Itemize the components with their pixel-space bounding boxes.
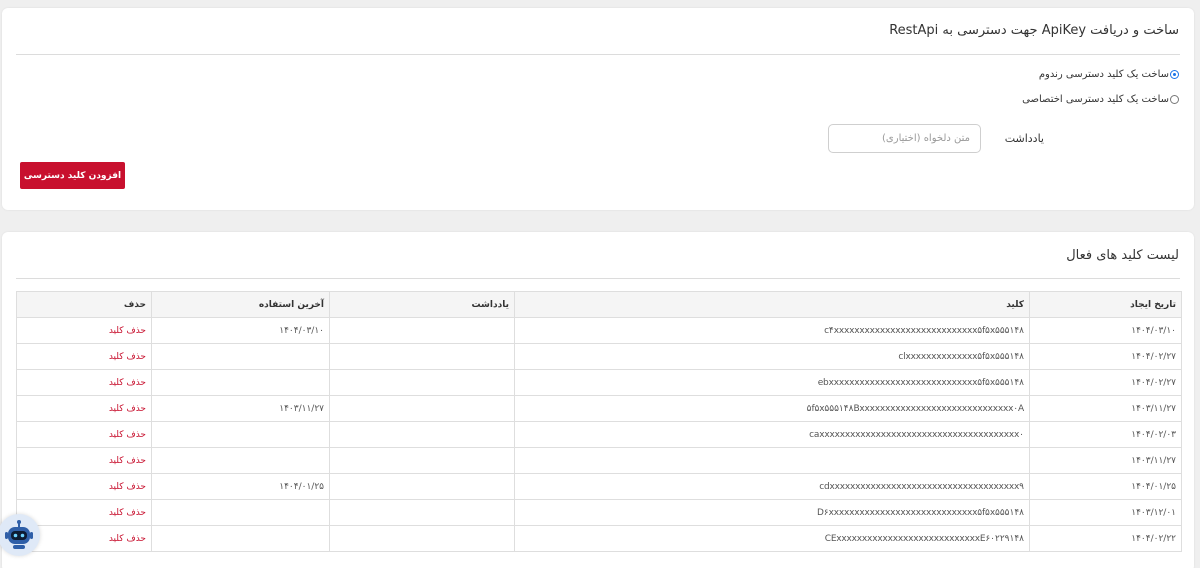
radio-custom-label: ساخت یک کلید دسترسی اختصاصی — [1022, 94, 1169, 105]
last-used-date: ۱۴۰۳/۱۱/۲۷ — [151, 395, 330, 422]
create-key-title: ساخت و دریافت ApiKey جهت دسترسی به RestA… — [889, 23, 1179, 38]
active-keys-divider — [16, 278, 1180, 279]
api-key: ۵f۵x۵۵۵۱۴۸Bxxxxxxxxxxxxxxxxxxxxxxxxxxxxx… — [514, 395, 1030, 422]
create-key-card: ساخت و دریافت ApiKey جهت دسترسی به RestA… — [2, 8, 1194, 210]
table-row: ۱۴۰۳/۱۲/۰۱ D۶xxxxxxxxxxxxxxxxxxxxxxxxxxx… — [16, 499, 1182, 526]
api-key: CExxxxxxxxxxxxxxxxxxxxxxxxxxxxE۶۰۲۲۹۱۴۸ — [514, 525, 1030, 552]
note-input[interactable] — [828, 124, 981, 153]
created-date: ۱۴۰۴/۰۲/۲۲ — [1029, 525, 1182, 552]
delete-key-link[interactable]: حذف کلید — [109, 430, 146, 440]
active-keys-card: لیست کلید های فعال تاریخ ایجاد کلید یادد… — [2, 232, 1194, 568]
radio-option-custom[interactable]: ساخت یک کلید دسترسی اختصاصی — [1022, 94, 1179, 105]
last-used-date — [151, 421, 330, 448]
table-row: ۱۴۰۴/۰۲/۲۷ clxxxxxxxxxxxxxx۵f۵x۵۵۵۱۴۸ حذ… — [16, 343, 1182, 370]
last-used-date: ۱۴۰۴/۰۱/۲۵ — [151, 473, 330, 500]
created-date: ۱۴۰۴/۰۲/۲۷ — [1029, 369, 1182, 396]
table-row: ۱۴۰۴/۰۲/۲۷ ebxxxxxxxxxxxxxxxxxxxxxxxxxxx… — [16, 369, 1182, 396]
api-key — [514, 447, 1030, 474]
delete-key-link[interactable]: حذف کلید — [109, 404, 146, 414]
column-header-key: کلید — [514, 291, 1030, 318]
column-header-note: یادداشت — [329, 291, 515, 318]
last-used-date — [151, 369, 330, 396]
note-label: یادداشت — [1004, 132, 1044, 145]
delete-key-link[interactable]: حذف کلید — [109, 456, 146, 466]
api-key: ebxxxxxxxxxxxxxxxxxxxxxxxxxxxxx۵f۵x۵۵۵۱۴… — [514, 369, 1030, 396]
table-row: ۱۴۰۳/۱۱/۲۷ ۵f۵x۵۵۵۱۴۸Bxxxxxxxxxxxxxxxxxx… — [16, 395, 1182, 422]
radio-random-label: ساخت یک کلید دسترسی رندوم — [1038, 69, 1169, 80]
created-date: ۱۴۰۳/۱۱/۲۷ — [1029, 447, 1182, 474]
api-key: caxxxxxxxxxxxxxxxxxxxxxxxxxxxxxxxxxxxxxx… — [514, 421, 1030, 448]
note-cell — [329, 317, 515, 344]
add-key-button[interactable]: افزودن کلید دسترسی — [20, 162, 125, 189]
created-date: ۱۴۰۳/۱۱/۲۷ — [1029, 395, 1182, 422]
radio-random-button[interactable] — [1170, 70, 1179, 79]
last-used-date: ۱۴۰۴/۰۳/۱۰ — [151, 317, 330, 344]
created-date: ۱۴۰۳/۱۲/۰۱ — [1029, 499, 1182, 526]
created-date: ۱۴۰۴/۰۲/۲۷ — [1029, 343, 1182, 370]
active-keys-title: لیست کلید های فعال — [1066, 248, 1179, 263]
note-cell — [329, 395, 515, 422]
created-date: ۱۴۰۴/۰۳/۱۰ — [1029, 317, 1182, 344]
column-header-delete: حذف — [16, 291, 152, 318]
column-header-last-used: آخرین استفاده — [151, 291, 330, 318]
delete-key-link[interactable]: حذف کلید — [109, 508, 146, 518]
delete-key-link[interactable]: حذف کلید — [109, 378, 146, 388]
last-used-date — [151, 343, 330, 370]
api-key: clxxxxxxxxxxxxxx۵f۵x۵۵۵۱۴۸ — [514, 343, 1030, 370]
note-cell — [329, 343, 515, 370]
table-row: ۱۴۰۴/۰۳/۱۰ c۴xxxxxxxxxxxxxxxxxxxxxxxxxxx… — [16, 317, 1182, 344]
delete-key-link[interactable]: حذف کلید — [109, 534, 146, 544]
active-keys-table: تاریخ ایجاد کلید یادداشت آخرین استفاده ح… — [16, 291, 1182, 552]
assistant-widget[interactable] — [0, 514, 40, 556]
delete-key-link[interactable]: حذف کلید — [109, 352, 146, 362]
table-row: ۱۴۰۳/۱۱/۲۷ حذف کلید — [16, 447, 1182, 474]
note-cell — [329, 369, 515, 396]
last-used-date — [151, 499, 330, 526]
create-key-divider — [16, 54, 1180, 55]
delete-key-link[interactable]: حذف کلید — [109, 326, 146, 336]
note-cell — [329, 447, 515, 474]
note-cell — [329, 421, 515, 448]
robot-icon — [5, 520, 33, 549]
api-key: c۴xxxxxxxxxxxxxxxxxxxxxxxxxxxx۵f۵x۵۵۵۱۴۸ — [514, 317, 1030, 344]
note-cell — [329, 525, 515, 552]
table-header-row: تاریخ ایجاد کلید یادداشت آخرین استفاده ح… — [16, 291, 1182, 318]
delete-key-link[interactable]: حذف کلید — [109, 482, 146, 492]
radio-option-random[interactable]: ساخت یک کلید دسترسی رندوم — [1039, 69, 1179, 80]
created-date: ۱۴۰۴/۰۱/۲۵ — [1029, 473, 1182, 500]
api-key: cdxxxxxxxxxxxxxxxxxxxxxxxxxxxxxxxxxxxxx۹ — [514, 473, 1030, 500]
note-cell — [329, 499, 515, 526]
last-used-date — [151, 525, 330, 552]
column-header-created: تاریخ ایجاد — [1029, 291, 1182, 318]
last-used-date — [151, 447, 330, 474]
created-date: ۱۴۰۴/۰۲/۰۳ — [1029, 421, 1182, 448]
note-cell — [329, 473, 515, 500]
table-row: ۱۴۰۴/۰۲/۰۳ caxxxxxxxxxxxxxxxxxxxxxxxxxxx… — [16, 421, 1182, 448]
table-row: ۱۴۰۴/۰۲/۲۲ CExxxxxxxxxxxxxxxxxxxxxxxxxxx… — [16, 525, 1182, 552]
api-key: D۶xxxxxxxxxxxxxxxxxxxxxxxxxxxxx۵f۵x۵۵۵۱۴… — [514, 499, 1030, 526]
radio-custom-button[interactable] — [1170, 95, 1179, 104]
table-row: ۱۴۰۴/۰۱/۲۵ cdxxxxxxxxxxxxxxxxxxxxxxxxxxx… — [16, 473, 1182, 500]
